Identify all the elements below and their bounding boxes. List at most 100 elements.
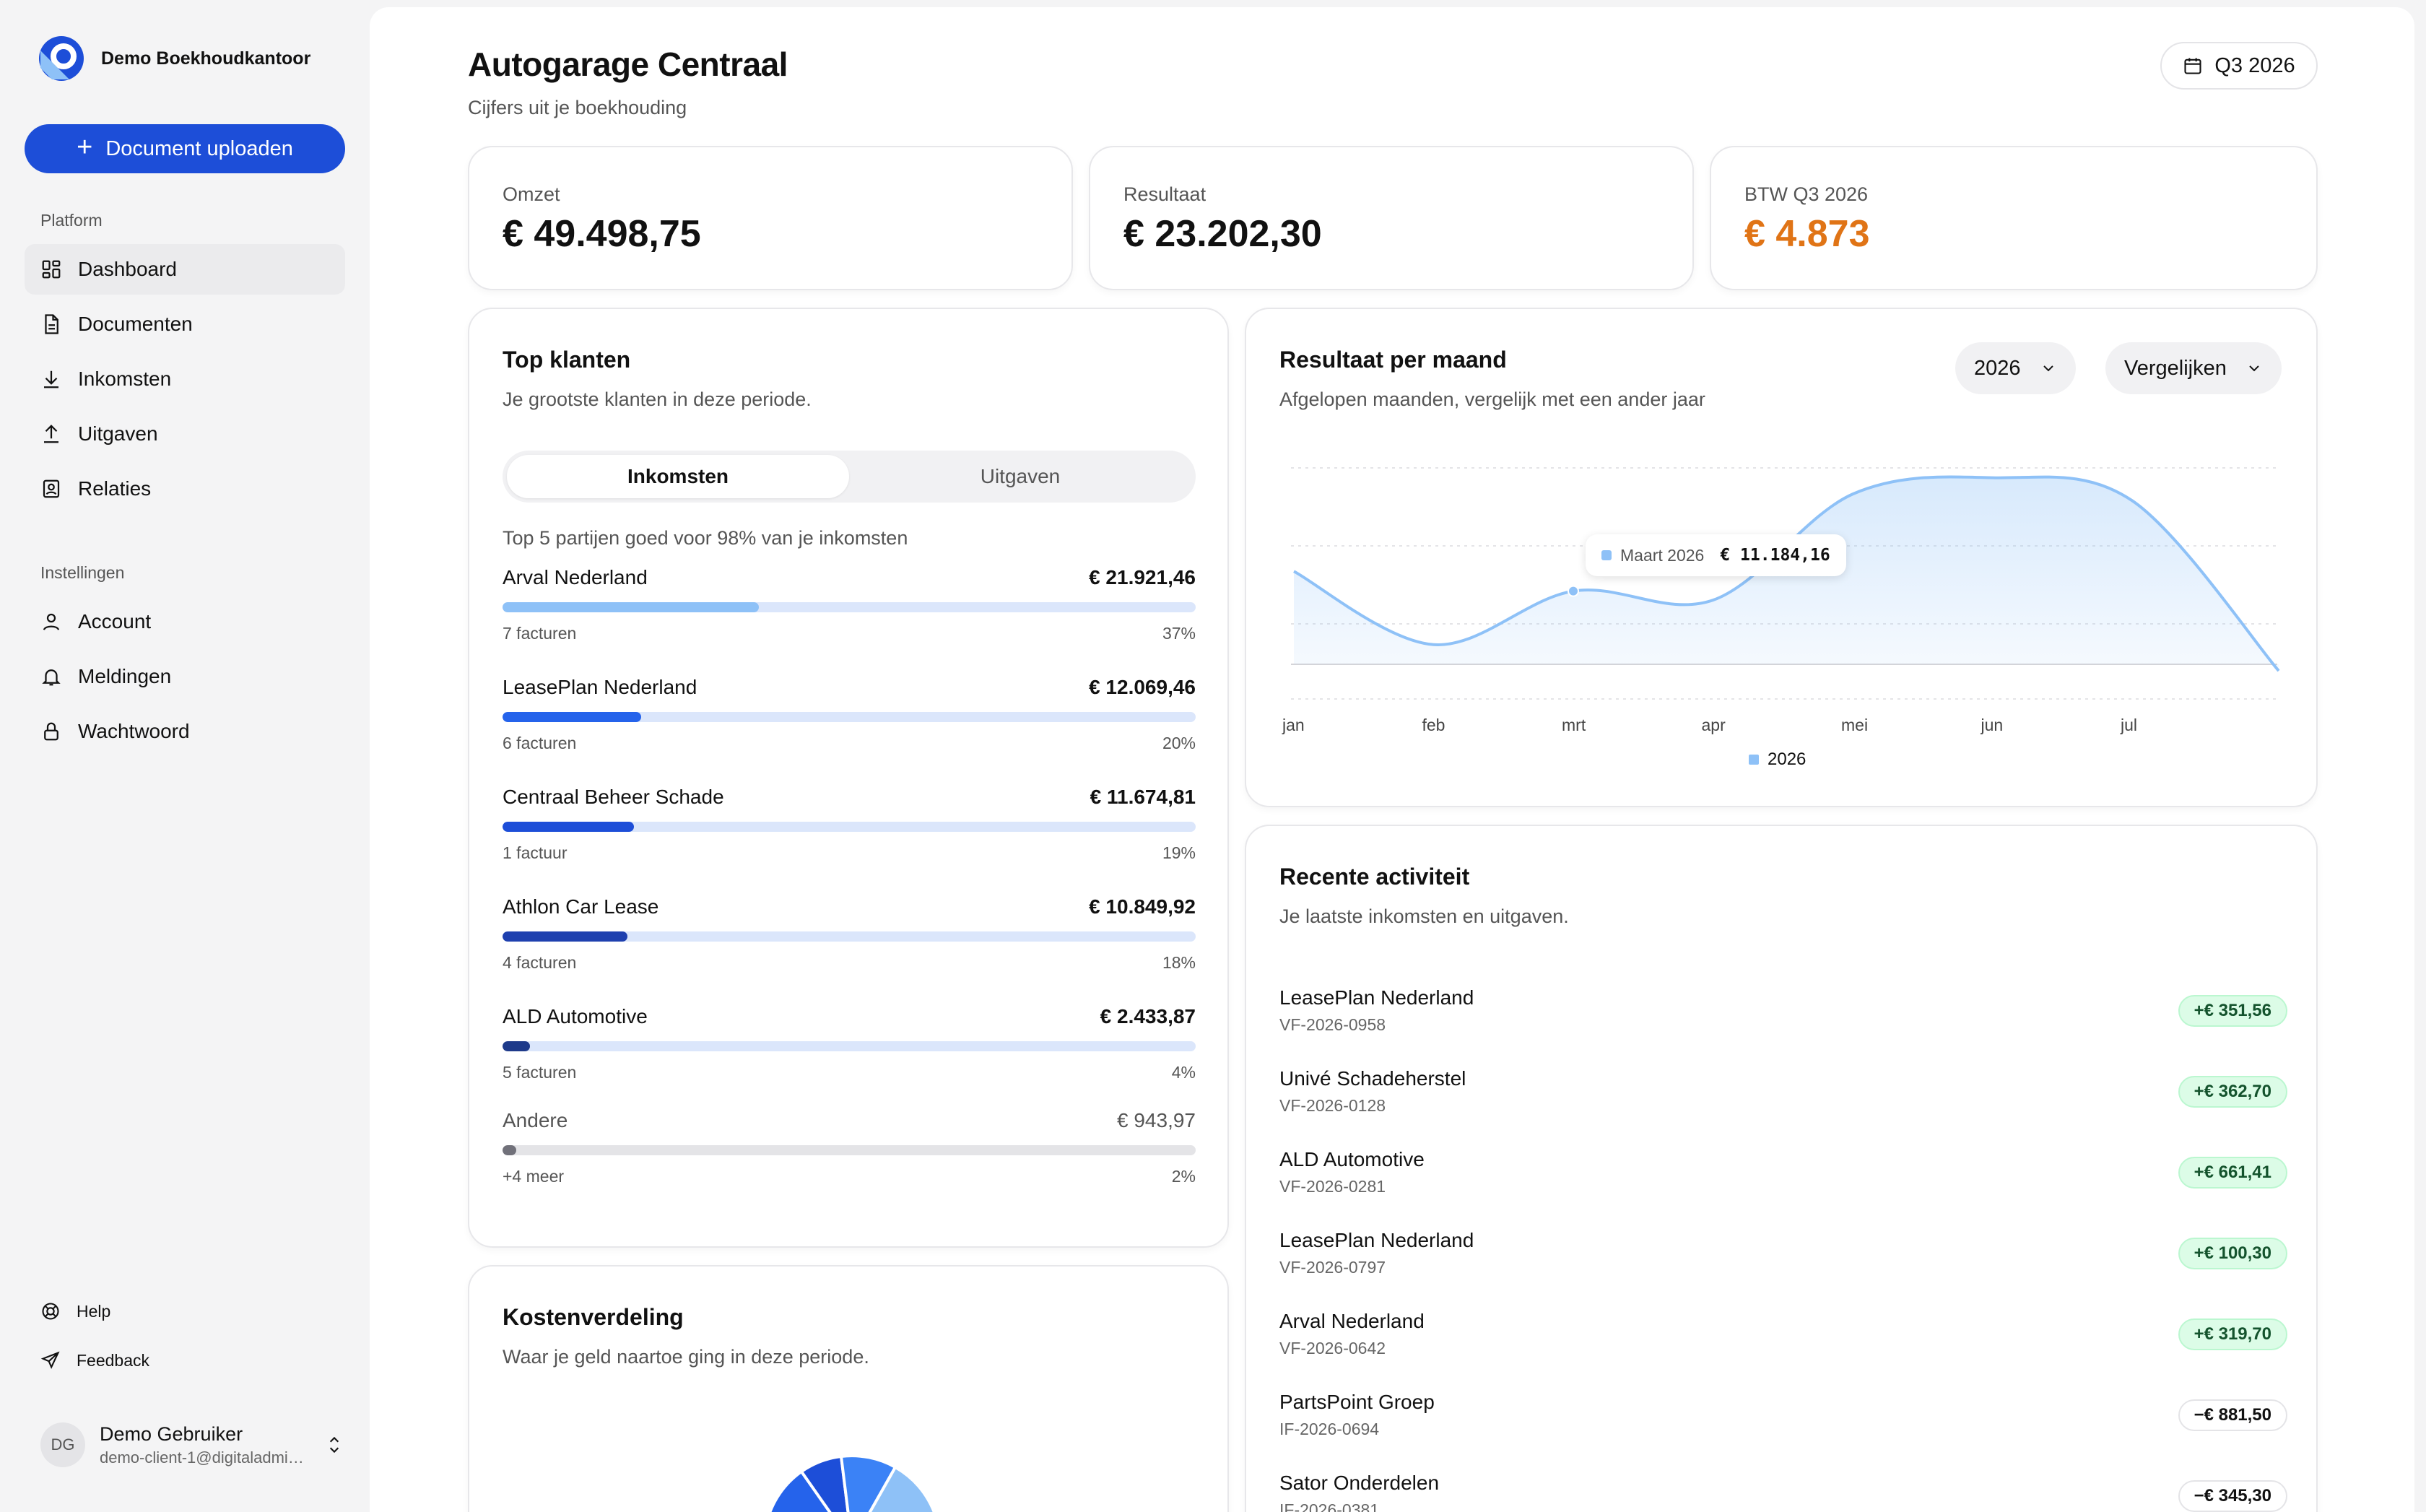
- year-select[interactable]: 2026: [1955, 342, 2076, 394]
- activity-reference: VF-2026-0281: [1279, 1177, 1386, 1196]
- sidebar-item-wachtwoord[interactable]: Wachtwoord: [25, 706, 345, 757]
- sidebar-item-account[interactable]: Account: [25, 596, 345, 647]
- client-row[interactable]: LeasePlan Nederland € 12.069,46 6 facturen…: [503, 676, 1196, 762]
- download-icon: [44, 370, 58, 388]
- activity-reference: IF-2026-0381: [1279, 1500, 1380, 1512]
- client-share-fill: [503, 602, 760, 612]
- client-row[interactable]: Centraal Beheer Schade € 11.674,81 1 factu…: [503, 786, 1196, 872]
- feedback-link[interactable]: Feedback: [40, 1350, 149, 1370]
- client-share-bar: [503, 1145, 1196, 1155]
- sidebar-item-label: Relaties: [78, 477, 152, 500]
- client-name: Andere: [503, 1109, 568, 1131]
- user-icon: [43, 613, 60, 630]
- client-row[interactable]: Arval Nederland € 21.921,46 7 facturen 37%: [503, 566, 1196, 653]
- chart-x-tick-label: feb: [1422, 716, 1445, 734]
- client-share-fill: [503, 1145, 517, 1155]
- tooltip-swatch: [1601, 550, 1612, 560]
- activity-party: Univé Schadeherstel: [1279, 1067, 1466, 1090]
- brand-name: Demo Boekhoudkantoor: [101, 48, 311, 69]
- client-invoice-count: 6 facturen: [503, 734, 577, 752]
- activity-amount-badge: +€ 362,70: [2178, 1076, 2287, 1108]
- activity-amount-badge: +€ 319,70: [2178, 1318, 2287, 1350]
- activity-reference: VF-2026-0128: [1279, 1096, 1386, 1115]
- sidebar-item-label: Wachtwoord: [78, 720, 190, 742]
- period-label: Q3 2026: [2214, 53, 2295, 77]
- activity-row[interactable]: PartsPoint Groep IF-2026-0694 −€ 881,50: [1279, 1391, 2287, 1463]
- client-share-fill: [503, 931, 627, 942]
- sidebar-item-uitgaven[interactable]: Uitgaven: [25, 409, 345, 459]
- activity-row[interactable]: ALD Automotive VF-2026-0281 +€ 661,41: [1279, 1148, 2287, 1220]
- tab-inkomsten[interactable]: Inkomsten: [507, 455, 849, 498]
- kpi-value: € 49.498,75: [503, 213, 701, 255]
- sidebar: Demo Boekhoudkantoor + Document uploaden…: [0, 0, 368, 1512]
- client-name: LeasePlan Nederland: [503, 676, 697, 698]
- client-share-fill: [503, 1041, 531, 1051]
- chart-tooltip: Maart 2026 € 11.184,16: [1586, 534, 1846, 576]
- activity-amount-badge: −€ 345,30: [2178, 1480, 2287, 1512]
- client-invoice-count: +4 meer: [503, 1167, 565, 1186]
- client-row[interactable]: Athlon Car Lease € 10.849,92 4 facturen 18%: [503, 895, 1196, 982]
- chart-x-tick-label: jun: [1981, 716, 2004, 734]
- document-upload-button[interactable]: + Document uploaden: [25, 124, 345, 173]
- sidebar-item-meldingen[interactable]: Meldingen: [25, 651, 345, 702]
- brand[interactable]: Demo Boekhoudkantoor: [38, 35, 310, 82]
- tab-uitgaven[interactable]: Uitgaven: [849, 455, 1191, 498]
- period-picker-button[interactable]: Q3 2026: [2160, 42, 2318, 90]
- client-invoice-count: 1 factuur: [503, 843, 568, 862]
- activity-party: PartsPoint Groep: [1279, 1391, 1435, 1413]
- sidebar-item-inkomsten[interactable]: Inkomsten: [25, 354, 345, 404]
- activity-party: LeasePlan Nederland: [1279, 986, 1474, 1009]
- activity-amount-badge: +€ 100,30: [2178, 1238, 2287, 1269]
- client-row[interactable]: Andere € 943,97 +4 meer 2%: [503, 1109, 1196, 1196]
- feedback-label: Feedback: [77, 1350, 150, 1370]
- lock-icon: [44, 722, 58, 741]
- lifebuoy-icon: [42, 1303, 59, 1320]
- activity-row[interactable]: LeasePlan Nederland VF-2026-0797 +€ 100,30: [1279, 1229, 2287, 1301]
- kpi-label: BTW Q3 2026: [1744, 183, 1869, 205]
- sidebar-item-documenten[interactable]: Documenten: [25, 299, 345, 349]
- compare-select-value: Vergelijken: [2124, 356, 2227, 380]
- help-link[interactable]: Help: [40, 1301, 110, 1321]
- share-note: Top 5 partijen goed voor 98% van je inko…: [503, 527, 908, 549]
- activity-amount-badge: −€ 881,50: [2178, 1399, 2287, 1431]
- activity-row[interactable]: Sator Onderdelen IF-2026-0381 −€ 345,30: [1279, 1472, 2287, 1512]
- client-row[interactable]: ALD Automotive € 2.433,87 5 facturen 4%: [503, 1005, 1196, 1092]
- client-invoice-count: 7 facturen: [503, 624, 577, 643]
- client-amount: € 11.674,81: [1090, 786, 1196, 808]
- top-clients-card: Top klanten Je grootste klanten in deze …: [468, 308, 1229, 1248]
- compare-select[interactable]: Vergelijken: [2105, 342, 2282, 394]
- card-title: Kostenverdeling: [503, 1304, 684, 1330]
- client-share-bar: [503, 712, 1196, 722]
- bell-icon: [42, 669, 61, 686]
- activity-party: LeasePlan Nederland: [1279, 1229, 1474, 1251]
- activity-row[interactable]: Arval Nederland VF-2026-0642 +€ 319,70: [1279, 1310, 2287, 1382]
- chevron-updown-icon: [329, 1436, 339, 1454]
- activity-reference: VF-2026-0958: [1279, 1015, 1386, 1034]
- kpi-card-btw: BTW Q3 2026 € 4.873: [1710, 146, 2318, 290]
- activity-row[interactable]: Univé Schadeherstel VF-2026-0128 +€ 362,70: [1279, 1067, 2287, 1139]
- kpi-label: Omzet: [503, 183, 560, 205]
- plus-icon: +: [77, 132, 93, 162]
- activity-party: Arval Nederland: [1279, 1310, 1425, 1332]
- activity-row[interactable]: LeasePlan Nederland VF-2026-0958 +€ 351,56: [1279, 986, 2287, 1059]
- client-share-pct: 2%: [1171, 1167, 1196, 1186]
- client-name: Athlon Car Lease: [503, 895, 659, 918]
- document-icon: [45, 314, 58, 334]
- chart-x-tick-label: mrt: [1562, 716, 1586, 734]
- client-name: Centraal Beheer Schade: [503, 786, 724, 808]
- tooltip-value: € 11.184,16: [1720, 546, 1830, 565]
- client-amount: € 943,97: [1117, 1109, 1196, 1131]
- chart-legend: 2026: [1749, 750, 1806, 770]
- chart-x-tick-label: mei: [1841, 716, 1868, 734]
- client-share-pct: 19%: [1162, 843, 1196, 862]
- costs-pie-chart: [768, 1454, 936, 1512]
- client-amount: € 10.849,92: [1089, 895, 1196, 918]
- tooltip-label: Maart 2026: [1620, 545, 1705, 565]
- user-menu[interactable]: DG Demo Gebruiker demo-client-1@digitala…: [40, 1422, 344, 1467]
- sidebar-item-relaties[interactable]: Relaties: [25, 464, 345, 514]
- client-share-fill: [503, 822, 635, 832]
- upload-icon: [44, 425, 58, 443]
- sidebar-item-label: Account: [78, 610, 152, 633]
- client-amount: € 21.921,46: [1089, 566, 1196, 588]
- sidebar-item-dashboard[interactable]: Dashboard: [25, 244, 345, 295]
